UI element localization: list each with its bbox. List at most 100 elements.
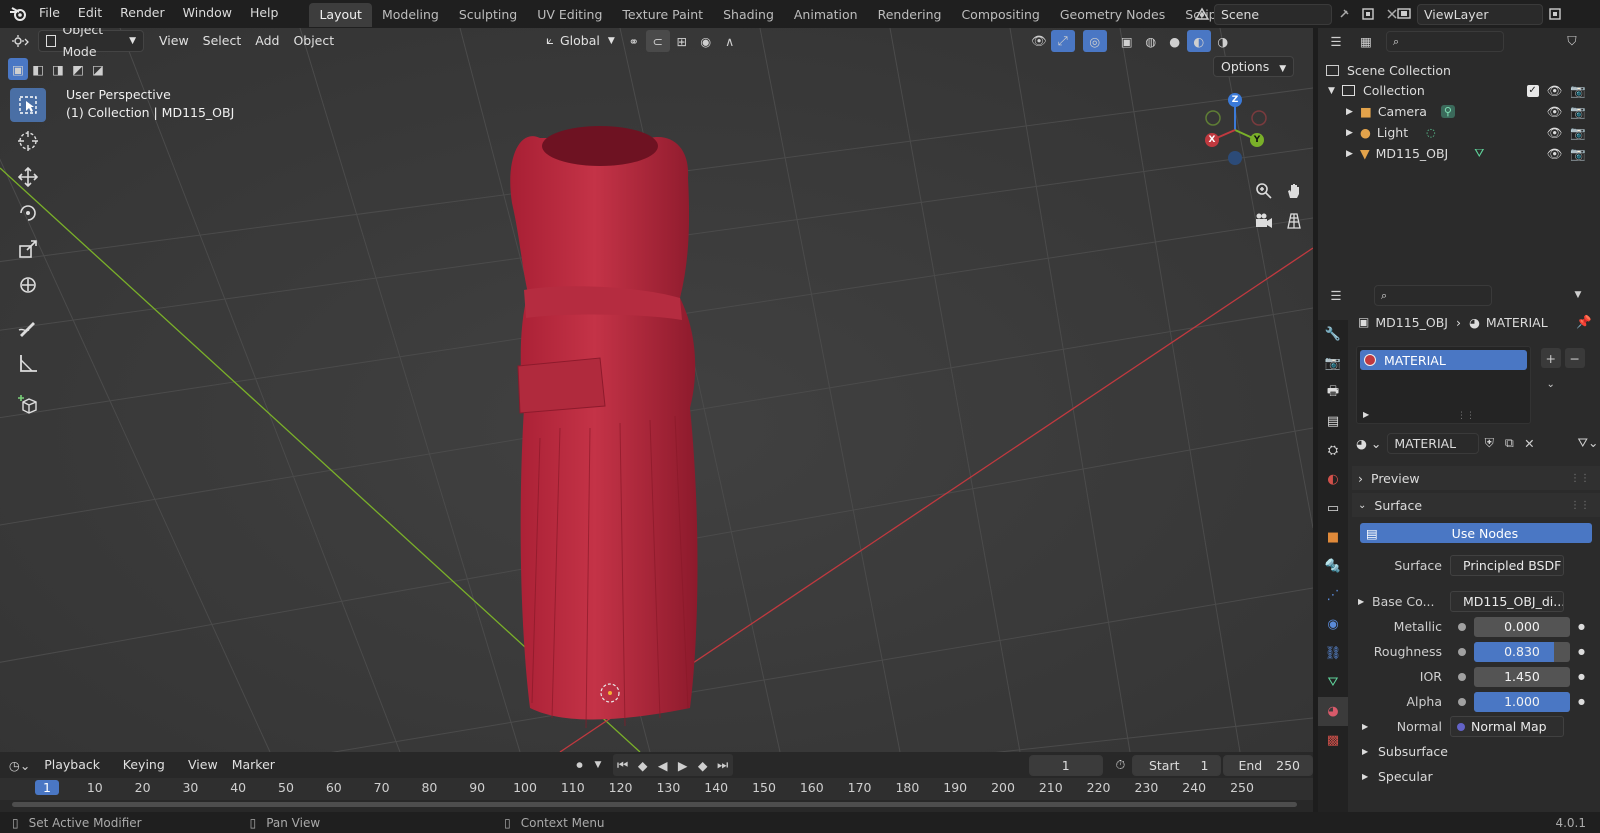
rendered-shading-icon[interactable]: ◑ — [1211, 30, 1235, 52]
fake-user-icon[interactable]: ⛨ — [1479, 432, 1499, 454]
view-layer-icon[interactable] — [1393, 3, 1417, 25]
jump-end-icon[interactable]: ⏭ — [713, 754, 733, 776]
constraints-tab-icon[interactable]: ⛓ — [1318, 639, 1348, 668]
frame-ruler[interactable]: 1 10 20 30 40 50 60 70 80 90 100 110 120 130 140 150 160… — [0, 778, 1313, 800]
tab-uv-editing[interactable]: UV Editing — [527, 3, 612, 27]
drag-grip-icon[interactable]: ⋮⋮ — [1570, 500, 1590, 511]
transform-tool[interactable] — [10, 268, 46, 302]
scene-icon[interactable] — [1190, 3, 1214, 25]
eye-icon[interactable]: 👁 — [1547, 83, 1563, 99]
tool-tab-icon[interactable]: 🔧 — [1318, 320, 1348, 349]
3d-viewport[interactable]: Object Mode ▼ View Select Add Object ⟀ G… — [0, 28, 1313, 752]
roughness-slider[interactable]: 0.830 — [1474, 641, 1570, 662]
data-tab-icon[interactable]: ⛛ — [1318, 668, 1348, 697]
options-dropdown[interactable]: Options ▼ — [1213, 56, 1295, 77]
snap-icon[interactable]: ⊂ — [645, 30, 670, 52]
expand-arrow-icon[interactable]: ▶ — [1346, 149, 1360, 159]
tab-sculpting[interactable]: Sculpting — [449, 3, 527, 27]
menu-playback[interactable]: Playback ▼ — [37, 754, 116, 794]
material-shading-icon[interactable]: ◐ — [1186, 30, 1211, 52]
render-camera-icon[interactable]: 📷 — [1570, 125, 1586, 141]
duplicate-material-icon[interactable]: ⧉ — [1499, 432, 1519, 454]
material-slot-item[interactable]: MATERIAL — [1360, 350, 1527, 370]
menu-add[interactable]: Add — [248, 30, 286, 52]
texture-tab-icon[interactable]: ▩ — [1318, 726, 1348, 755]
tab-layout[interactable]: Layout — [309, 3, 372, 27]
filter-icon[interactable]: ⛉ — [1560, 30, 1584, 52]
keyframe-dot-icon[interactable]: ● — [1578, 672, 1585, 681]
object-mode-dropdown[interactable]: Object Mode ▼ — [38, 28, 144, 59]
navigation-gizmo[interactable]: Z Y X — [1195, 90, 1275, 170]
ior-slider[interactable]: 1.450 — [1474, 666, 1570, 687]
next-keyframe-icon[interactable]: ◆ — [693, 754, 713, 776]
menu-object[interactable]: Object — [286, 30, 341, 52]
transform-orientation-dropdown[interactable]: ⟀ Global ▼ — [539, 30, 622, 52]
normal-field[interactable]: Normal Map — [1450, 716, 1564, 737]
blender-logo-icon[interactable] — [6, 3, 30, 25]
expand-arrow-icon[interactable]: ▶ — [1346, 128, 1360, 138]
collection-tab-icon[interactable]: ▭ — [1318, 494, 1348, 523]
rotate-tool[interactable] — [10, 196, 46, 230]
properties-editor-type-icon[interactable]: ☰ — [1324, 284, 1348, 306]
expand-arrow-icon[interactable]: ▶ — [1362, 747, 1376, 756]
metallic-slider[interactable]: 0.000 — [1474, 616, 1570, 637]
end-frame-field[interactable]: End 250 — [1223, 754, 1313, 776]
exclude-checkbox[interactable]: ✓ — [1526, 84, 1539, 97]
gizmo-toggle-icon[interactable]: ⤢ — [1050, 30, 1075, 52]
camera-view-icon[interactable] — [1251, 206, 1277, 236]
snap-target-icon[interactable]: ⊞ — [670, 30, 694, 52]
collection-row[interactable]: ▼ Collection ✓ 👁 📷 — [1318, 80, 1600, 101]
keyframe-dot-icon[interactable]: ● — [1578, 622, 1585, 631]
light-data-icon[interactable]: ◌ — [1426, 126, 1436, 139]
menu-keying[interactable]: Keying ▼ — [116, 754, 181, 794]
editor-type-icon[interactable] — [8, 30, 32, 52]
material-name-field[interactable]: MATERIAL — [1387, 432, 1480, 454]
material-slot-list[interactable]: MATERIAL ▶ ⋮⋮ — [1356, 346, 1531, 424]
outliner-item-md115-obj[interactable]: ▶ ▼ MD115_OBJ ⛛ 👁 📷 — [1318, 143, 1600, 164]
base-color-field[interactable]: MD115_OBJ_di... — [1450, 591, 1564, 612]
menu-timeline-view[interactable]: View — [181, 754, 225, 776]
render-camera-icon[interactable]: 📷 — [1570, 104, 1586, 120]
chevron-down-icon[interactable]: ▼ — [591, 754, 605, 776]
use-nodes-button[interactable]: ▤ Use Nodes — [1360, 523, 1592, 543]
modifier-tab-icon[interactable]: 🔩 — [1318, 552, 1348, 581]
jump-start-icon[interactable]: ⏮ — [613, 754, 633, 776]
expand-arrow-icon[interactable]: ▶ — [1358, 597, 1372, 606]
value-socket-icon[interactable] — [1458, 672, 1466, 681]
render-camera-icon[interactable]: 📷 — [1570, 146, 1586, 162]
xray-icon[interactable]: ▣ — [1115, 30, 1139, 52]
value-socket-icon[interactable] — [1458, 622, 1466, 631]
view-layer-tab-icon[interactable]: ▤ — [1318, 407, 1348, 436]
eye-icon[interactable]: 👁 — [1547, 104, 1563, 120]
measure-tool[interactable] — [10, 346, 46, 380]
annotate-tool[interactable] — [10, 310, 46, 344]
remove-slot-button[interactable]: − — [1564, 348, 1585, 368]
play-icon[interactable]: ▶ — [673, 754, 693, 776]
select-subtract-icon[interactable]: ◨ — [48, 58, 68, 80]
proportional-edit-icon[interactable]: ◉ — [694, 30, 718, 52]
unlink-material-icon[interactable]: ✕ — [1519, 432, 1539, 454]
select-box-tool[interactable] — [10, 88, 46, 122]
select-intersect-icon[interactable]: ◪ — [88, 58, 108, 80]
overlays-icon[interactable]: ◎ — [1082, 30, 1107, 52]
eye-icon[interactable]: 👁 — [1547, 146, 1563, 162]
alpha-slider[interactable]: 1.000 — [1474, 691, 1570, 712]
resize-grip-icon[interactable]: ⋮⋮ — [1457, 411, 1475, 421]
mesh-data-icon[interactable]: ⛛ — [1474, 146, 1484, 161]
display-mode-icon[interactable]: ▦ — [1354, 30, 1378, 52]
output-tab-icon[interactable]: 🖶 — [1318, 378, 1348, 407]
menu-edit[interactable]: Edit — [69, 0, 111, 28]
timeline-editor-icon[interactable]: ◷⌄ — [8, 754, 31, 776]
select-invert-icon[interactable]: ◩ — [68, 58, 88, 80]
link-data-icon[interactable]: ⛛⌄ — [1576, 432, 1600, 454]
scene-collection-row[interactable]: Scene Collection — [1318, 60, 1600, 80]
tab-modeling[interactable]: Modeling — [372, 3, 449, 27]
tab-compositing[interactable]: Compositing — [951, 3, 1049, 27]
zoom-icon[interactable] — [1251, 177, 1277, 205]
pan-hand-icon[interactable] — [1281, 176, 1307, 206]
chevron-down-icon[interactable]: ▼ — [1566, 284, 1590, 306]
render-tab-icon[interactable]: 📷 — [1318, 349, 1348, 378]
perspective-toggle-icon[interactable] — [1281, 206, 1307, 236]
cursor-tool[interactable] — [10, 124, 46, 158]
tab-texture-paint[interactable]: Texture Paint — [612, 3, 713, 27]
